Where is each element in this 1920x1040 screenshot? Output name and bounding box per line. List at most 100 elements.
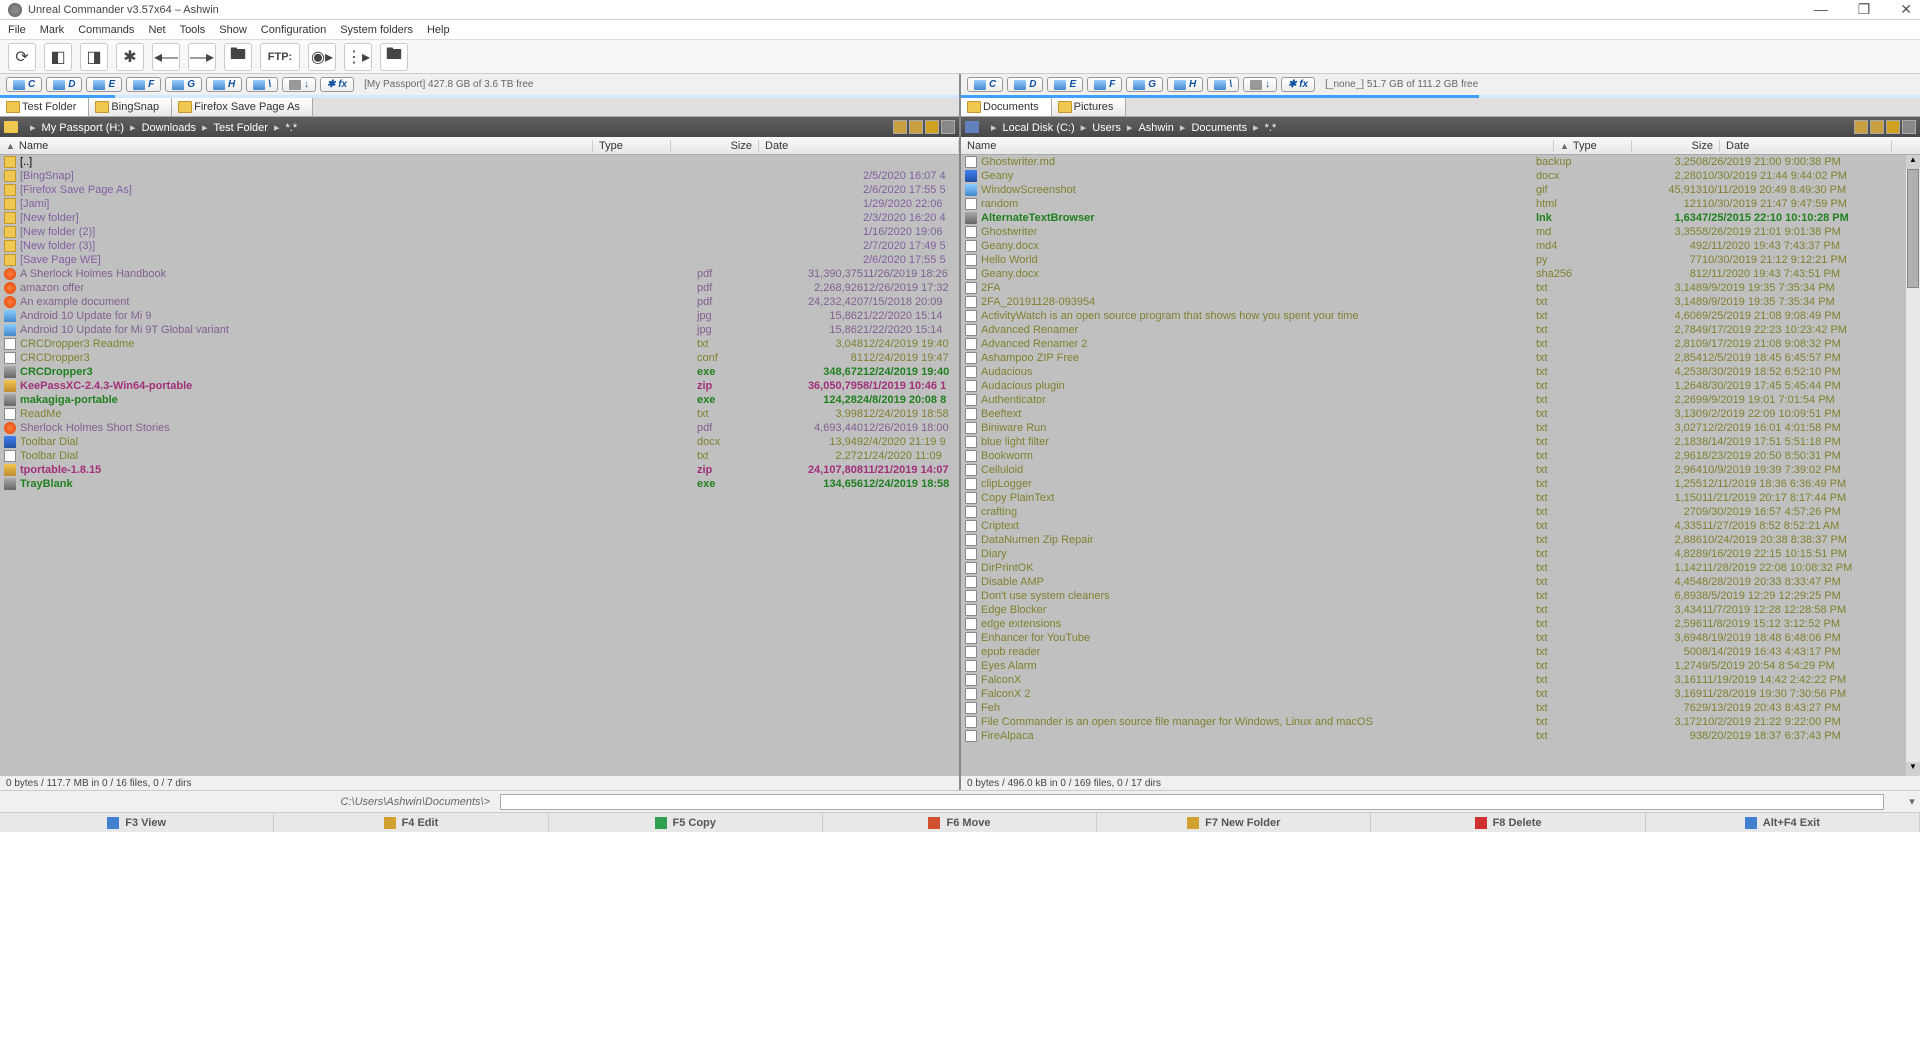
file-row[interactable]: craftingtxt2709/30/2019 16:57 4:57:26 PM bbox=[961, 505, 1906, 519]
history-button[interactable] bbox=[1854, 120, 1868, 134]
cmd-dropdown-icon[interactable]: ▾ bbox=[1904, 795, 1920, 808]
file-row[interactable]: Diarytxt4,8289/16/2019 22:15 10:15:51 PM bbox=[961, 547, 1906, 561]
right-file-list[interactable]: Ghostwriter.mdbackup3,2508/26/2019 21:00… bbox=[961, 155, 1920, 776]
crumb[interactable]: Test Folder bbox=[214, 122, 268, 134]
drive-f[interactable]: F bbox=[1087, 77, 1122, 92]
file-row[interactable]: AlternateTextBrowserlnk1,6347/25/2015 22… bbox=[961, 211, 1906, 225]
scroll-up-icon[interactable]: ▲ bbox=[1906, 155, 1920, 169]
file-row[interactable]: Bookwormtxt2,9618/23/2019 20:50 8:50:31 … bbox=[961, 449, 1906, 463]
crumb[interactable]: Ashwin bbox=[1138, 122, 1173, 134]
file-row[interactable]: [New folder (3)]2/7/2020 17:49 5 bbox=[0, 239, 959, 253]
file-row[interactable]: Disable AMPtxt4,4548/28/2019 20:33 8:33:… bbox=[961, 575, 1906, 589]
network-icon[interactable]: 🖿 bbox=[224, 43, 252, 71]
file-row[interactable]: FireAlpacatxt938/20/2019 18:37 6:37:43 P… bbox=[961, 729, 1906, 743]
file-row[interactable]: Hello Worldpy7710/30/2019 21:12 9:12:21 … bbox=[961, 253, 1906, 267]
file-row[interactable]: Edge Blockertxt3,43411/7/2019 12:28 12:2… bbox=[961, 603, 1906, 617]
fn-exit[interactable]: Alt+F4 Exit bbox=[1646, 813, 1920, 832]
file-row[interactable]: Geany.docxsha256812/11/2020 19:43 7:43:5… bbox=[961, 267, 1906, 281]
file-row[interactable]: An example documentpdf24,232,4207/15/201… bbox=[0, 295, 959, 309]
minimize-button[interactable]: — bbox=[1814, 1, 1828, 18]
menu-commands[interactable]: Commands bbox=[78, 24, 134, 36]
tab-bingsnap[interactable]: BingSnap bbox=[89, 98, 172, 116]
arrow-left-icon[interactable]: ◂— bbox=[152, 43, 180, 71]
crumb[interactable]: Local Disk (C:) bbox=[1003, 122, 1075, 134]
crumb[interactable]: *.* bbox=[1265, 122, 1277, 134]
drive-c[interactable]: C bbox=[967, 77, 1003, 92]
file-row[interactable]: Beeftexttxt3,1309/2/2019 22:09 10:09:51 … bbox=[961, 407, 1906, 421]
file-row[interactable]: [New folder (2)]1/16/2020 19:06 bbox=[0, 225, 959, 239]
drive-h[interactable]: H bbox=[206, 77, 242, 92]
col-type[interactable]: Type bbox=[593, 140, 671, 152]
record-icon[interactable]: ◉▸ bbox=[308, 43, 336, 71]
file-row[interactable]: CRCDropper3exe348,67212/24/2019 19:40 bbox=[0, 365, 959, 379]
close-button[interactable]: ✕ bbox=[1900, 1, 1912, 18]
file-row[interactable]: [..] bbox=[0, 155, 959, 169]
file-row[interactable]: [BingSnap]2/5/2020 16:07 4 bbox=[0, 169, 959, 183]
tab-test-folder[interactable]: Test Folder bbox=[0, 98, 89, 116]
crumb[interactable]: Downloads bbox=[142, 122, 196, 134]
file-row[interactable]: File Commander is an open source file ma… bbox=[961, 715, 1906, 729]
history-button[interactable] bbox=[893, 120, 907, 134]
file-row[interactable]: A Sherlock Holmes Handbookpdf31,390,3751… bbox=[0, 267, 959, 281]
drive-d[interactable]: D bbox=[1007, 77, 1043, 92]
file-row[interactable]: Biniware Runtxt3,02712/2/2019 16:01 4:01… bbox=[961, 421, 1906, 435]
file-row[interactable]: Sherlock Holmes Short Storiespdf4,693,44… bbox=[0, 421, 959, 435]
file-row[interactable]: Audacious plugintxt1,2648/30/2019 17:45 … bbox=[961, 379, 1906, 393]
file-row[interactable]: Ghostwriter.mdbackup3,2508/26/2019 21:00… bbox=[961, 155, 1906, 169]
right-path-bar[interactable]: ▸ Local Disk (C:)▸Users▸Ashwin▸Documents… bbox=[961, 117, 1920, 137]
left-columns-header[interactable]: ▲Name Type Size Date bbox=[0, 137, 959, 155]
drive-\[interactable]: \ bbox=[1207, 77, 1239, 92]
col-size[interactable]: Size bbox=[671, 140, 759, 152]
drive-settings[interactable]: ✱ fx bbox=[1281, 77, 1315, 92]
file-row[interactable]: Advanced Renamer 2txt2,8109/17/2019 21:0… bbox=[961, 337, 1906, 351]
menu-mark[interactable]: Mark bbox=[40, 24, 64, 36]
file-row[interactable]: [Firefox Save Page As]2/6/2020 17:55 5 bbox=[0, 183, 959, 197]
file-row[interactable]: 2FA_20191128-093954txt3,1489/9/2019 19:3… bbox=[961, 295, 1906, 309]
tab-pictures[interactable]: Pictures bbox=[1052, 98, 1127, 116]
fn-move[interactable]: F6 Move bbox=[823, 813, 1097, 832]
menu-system-folders[interactable]: System folders bbox=[340, 24, 413, 36]
drive-h[interactable]: H bbox=[1167, 77, 1203, 92]
file-row[interactable]: Eyes Alarmtxt1,2749/5/2019 20:54 8:54:29… bbox=[961, 659, 1906, 673]
file-row[interactable]: Fehtxt7629/13/2019 20:43 8:43:27 PM bbox=[961, 701, 1906, 715]
file-row[interactable]: Ghostwritermd3,3558/26/2019 21:01 9:01:3… bbox=[961, 225, 1906, 239]
file-row[interactable]: edge extensionstxt2,59611/8/2019 15:12 3… bbox=[961, 617, 1906, 631]
go-icon[interactable]: 🖿 bbox=[380, 43, 408, 71]
fn-view[interactable]: F3 View bbox=[0, 813, 274, 832]
file-row[interactable]: DataNumen Zip Repairtxt2,88610/24/2019 2… bbox=[961, 533, 1906, 547]
drive-g[interactable]: G bbox=[165, 77, 202, 92]
crumb[interactable]: *.* bbox=[285, 122, 297, 134]
menu-net[interactable]: Net bbox=[148, 24, 165, 36]
down-button[interactable] bbox=[941, 120, 955, 134]
drive-\[interactable]: \ bbox=[246, 77, 278, 92]
scroll-thumb[interactable] bbox=[1907, 169, 1919, 288]
file-row[interactable]: Audacioustxt4,2538/30/2019 18:52 6:52:10… bbox=[961, 365, 1906, 379]
scroll-down-icon[interactable]: ▼ bbox=[1906, 762, 1920, 776]
file-row[interactable]: DirPrintOKtxt1,14211/28/2019 22:08 10:08… bbox=[961, 561, 1906, 575]
panel-left-icon[interactable]: ◧ bbox=[44, 43, 72, 71]
drive-picker[interactable]: ↓ bbox=[1243, 77, 1277, 92]
file-row[interactable]: Enhancer for YouTubetxt3,6948/19/2019 18… bbox=[961, 631, 1906, 645]
file-row[interactable]: Geany.docxmd4492/11/2020 19:43 7:43:37 P… bbox=[961, 239, 1906, 253]
drive-c[interactable]: C bbox=[6, 77, 42, 92]
file-row[interactable]: FalconXtxt3,16111/19/2019 14:42 2:42:22 … bbox=[961, 673, 1906, 687]
file-row[interactable]: clipLoggertxt1,25512/11/2019 18:36 6:36:… bbox=[961, 477, 1906, 491]
file-row[interactable]: randomhtml12110/30/2019 21:47 9:47:59 PM bbox=[961, 197, 1906, 211]
col-name[interactable]: Name bbox=[961, 140, 1554, 152]
file-row[interactable]: Ashampoo ZIP Freetxt2,85412/5/2019 18:45… bbox=[961, 351, 1906, 365]
file-row[interactable]: Copy PlainTexttxt1,15011/21/2019 20:17 8… bbox=[961, 491, 1906, 505]
file-row[interactable]: CRCDropper3 Readmetxt3,04812/24/2019 19:… bbox=[0, 337, 959, 351]
file-row[interactable]: Criptexttxt4,33511/27/2019 8:52 8:52:21 … bbox=[961, 519, 1906, 533]
file-row[interactable]: Don't use system cleanerstxt6,8938/5/201… bbox=[961, 589, 1906, 603]
col-date[interactable]: Date bbox=[759, 140, 959, 152]
col-date[interactable]: Date bbox=[1720, 140, 1892, 152]
file-row[interactable]: TrayBlankexe134,65612/24/2019 18:58 bbox=[0, 477, 959, 491]
file-row[interactable]: Geanydocx2,28010/30/2019 21:44 9:44:02 P… bbox=[961, 169, 1906, 183]
menu-file[interactable]: File bbox=[8, 24, 26, 36]
command-input[interactable] bbox=[500, 794, 1884, 810]
down-button[interactable] bbox=[1902, 120, 1916, 134]
file-row[interactable]: CRCDropper3conf8112/24/2019 19:47 bbox=[0, 351, 959, 365]
menu-tools[interactable]: Tools bbox=[180, 24, 206, 36]
star-button[interactable] bbox=[925, 120, 939, 134]
menu-help[interactable]: Help bbox=[427, 24, 450, 36]
